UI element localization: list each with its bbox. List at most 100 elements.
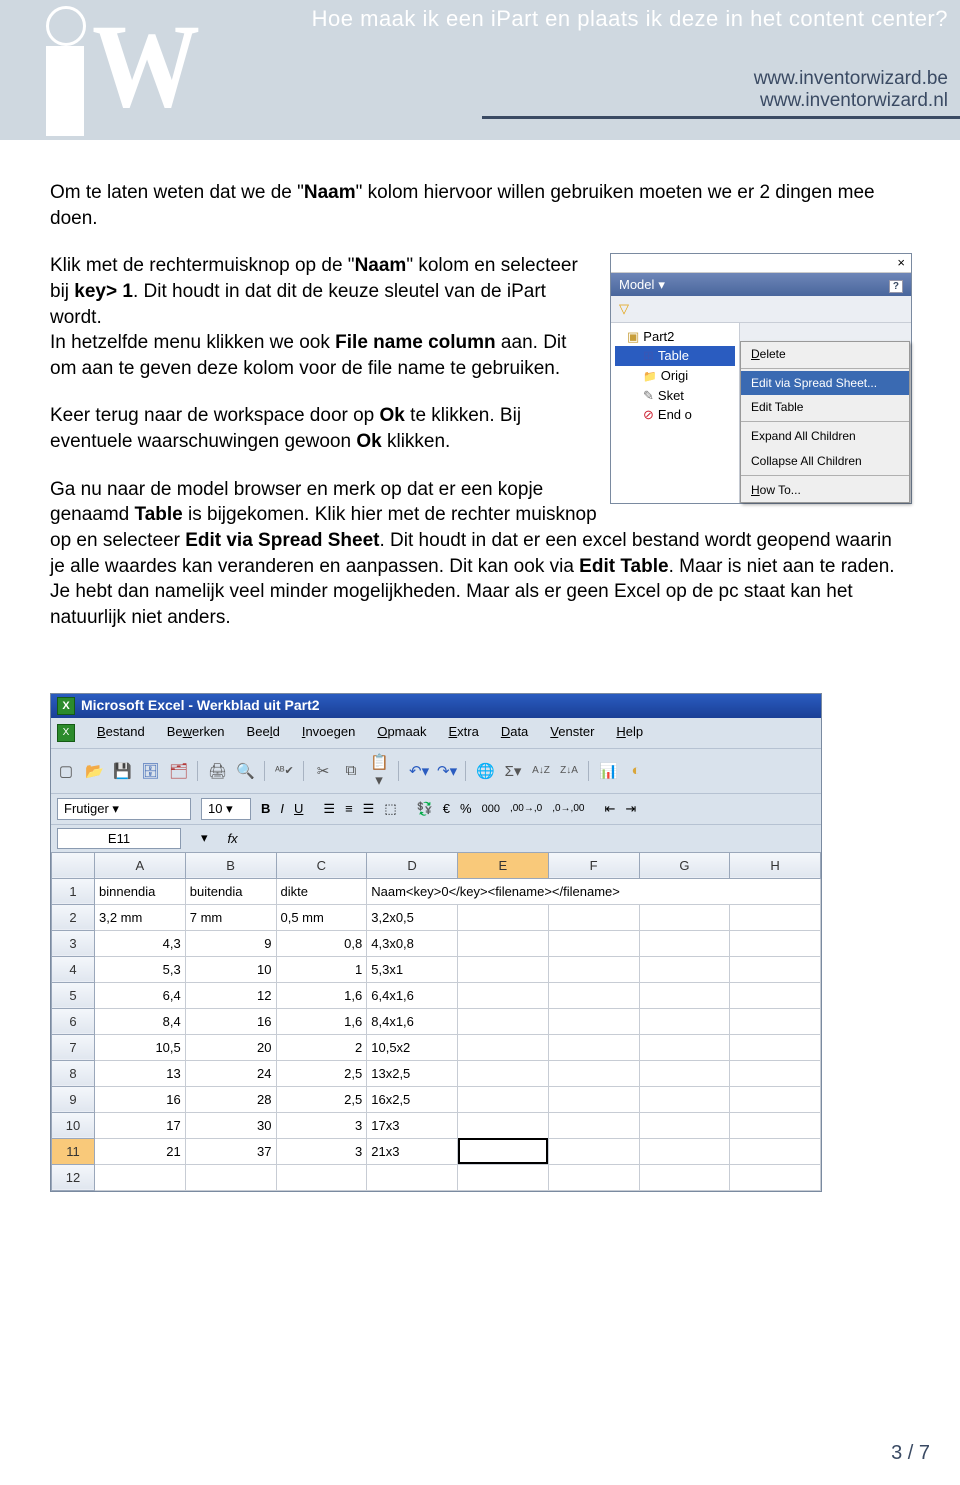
- cell[interactable]: 13: [95, 1060, 186, 1086]
- cell[interactable]: [458, 1112, 549, 1138]
- col-C[interactable]: C: [276, 852, 367, 878]
- cell[interactable]: [639, 1034, 730, 1060]
- row-8[interactable]: 8: [52, 1060, 95, 1086]
- cell[interactable]: 2,5: [276, 1060, 367, 1086]
- cell[interactable]: buitendia: [185, 878, 276, 904]
- indent-dec-icon[interactable]: ⇤: [604, 801, 615, 817]
- cell[interactable]: binnendia: [95, 878, 186, 904]
- cell[interactable]: [548, 1086, 639, 1112]
- cell[interactable]: 3,2x0,5: [367, 904, 458, 930]
- cell[interactable]: 3,2 mm: [95, 904, 186, 930]
- cell[interactable]: 30: [185, 1112, 276, 1138]
- tree-origin[interactable]: Origi: [661, 368, 688, 383]
- cell[interactable]: [730, 904, 821, 930]
- cell[interactable]: [458, 1164, 549, 1190]
- col-B[interactable]: B: [185, 852, 276, 878]
- new-icon[interactable]: ▢: [57, 762, 75, 780]
- cell[interactable]: [185, 1164, 276, 1190]
- cell[interactable]: 8,4x1,6: [367, 1008, 458, 1034]
- cell[interactable]: 0,5 mm: [276, 904, 367, 930]
- cell[interactable]: [458, 982, 549, 1008]
- row-3[interactable]: 3: [52, 930, 95, 956]
- cell[interactable]: 12: [185, 982, 276, 1008]
- sort-desc-icon[interactable]: Z↓A: [560, 765, 578, 776]
- permission-icon[interactable]: 🗂: [169, 762, 187, 780]
- cell[interactable]: 2,5: [276, 1086, 367, 1112]
- cell[interactable]: [730, 930, 821, 956]
- spell-icon[interactable]: ᴬᴮ✔: [275, 764, 293, 777]
- cell[interactable]: 10,5: [95, 1034, 186, 1060]
- cell[interactable]: [548, 1034, 639, 1060]
- tree-table[interactable]: Table: [658, 348, 689, 363]
- chart-icon[interactable]: 📊: [599, 762, 617, 780]
- copy-icon[interactable]: ⧉: [342, 762, 360, 779]
- cell[interactable]: 1,6: [276, 982, 367, 1008]
- menu-invoegen[interactable]: Invoegen: [302, 724, 356, 742]
- cell[interactable]: [548, 1112, 639, 1138]
- align-right-icon[interactable]: ☰: [363, 801, 375, 817]
- funnel-icon[interactable]: [619, 301, 629, 316]
- preview-icon[interactable]: 🔍: [236, 762, 254, 780]
- help-icon[interactable]: [889, 276, 903, 294]
- cell[interactable]: 16: [95, 1086, 186, 1112]
- menu-beeld[interactable]: Beeld: [247, 724, 280, 742]
- model-dropdown[interactable]: Model: [619, 277, 654, 292]
- cell[interactable]: [639, 956, 730, 982]
- font-size[interactable]: 10 ▾: [201, 798, 251, 820]
- drawing-icon[interactable]: ◐: [627, 762, 645, 779]
- cell[interactable]: [458, 930, 549, 956]
- col-D[interactable]: D: [367, 852, 458, 878]
- sort-asc-icon[interactable]: A↓Z: [532, 765, 550, 776]
- cell[interactable]: 10: [185, 956, 276, 982]
- cell[interactable]: [548, 1008, 639, 1034]
- redo-icon[interactable]: ↷▾: [437, 762, 455, 780]
- col-E[interactable]: E: [458, 852, 549, 878]
- col-F[interactable]: F: [548, 852, 639, 878]
- cell[interactable]: [548, 930, 639, 956]
- tree-part[interactable]: Part2: [643, 329, 674, 344]
- paste-icon[interactable]: 📋▾: [370, 753, 388, 789]
- row-9[interactable]: 9: [52, 1086, 95, 1112]
- cell[interactable]: 10,5x2: [367, 1034, 458, 1060]
- cell[interactable]: [639, 1086, 730, 1112]
- ctx-delete[interactable]: Delete: [741, 342, 909, 366]
- cell[interactable]: 28: [185, 1086, 276, 1112]
- cell[interactable]: [730, 956, 821, 982]
- cell[interactable]: 4,3: [95, 930, 186, 956]
- menu-data[interactable]: Data: [501, 724, 528, 742]
- row-12[interactable]: 12: [52, 1164, 95, 1190]
- dec-inc-icon[interactable]: ,0→,00: [552, 803, 584, 814]
- cell[interactable]: 0,8: [276, 930, 367, 956]
- cell[interactable]: [458, 956, 549, 982]
- tree-end[interactable]: End o: [658, 407, 692, 422]
- cell[interactable]: 7 mm: [185, 904, 276, 930]
- ctx-edit-table[interactable]: Edit Table: [741, 395, 909, 419]
- cell[interactable]: [730, 1060, 821, 1086]
- cell[interactable]: [639, 930, 730, 956]
- cell[interactable]: [548, 982, 639, 1008]
- cell[interactable]: [639, 1008, 730, 1034]
- cell[interactable]: [95, 1164, 186, 1190]
- merge-icon[interactable]: ⬚: [384, 801, 396, 817]
- italic-icon[interactable]: I: [280, 801, 284, 816]
- cell[interactable]: [548, 1164, 639, 1190]
- indent-inc-icon[interactable]: ⇥: [625, 801, 636, 817]
- row-10[interactable]: 10: [52, 1112, 95, 1138]
- cell[interactable]: [639, 1060, 730, 1086]
- cell[interactable]: 8,4: [95, 1008, 186, 1034]
- cell[interactable]: 2: [276, 1034, 367, 1060]
- spreadsheet-grid[interactable]: ABCDEFGH 1binnendiabuitendiadikteNaam<ke…: [51, 852, 821, 1191]
- row-5[interactable]: 5: [52, 982, 95, 1008]
- cell[interactable]: [458, 1008, 549, 1034]
- fx-icon[interactable]: fx: [228, 831, 238, 846]
- cell[interactable]: 6,4x1,6: [367, 982, 458, 1008]
- cell[interactable]: [730, 1138, 821, 1164]
- row-4[interactable]: 4: [52, 956, 95, 982]
- hyperlink-icon[interactable]: 🌐: [476, 762, 494, 780]
- menu-bewerken[interactable]: Bewerken: [167, 724, 225, 742]
- cell[interactable]: [730, 1086, 821, 1112]
- menu-venster[interactable]: Venster: [550, 724, 594, 742]
- row-6[interactable]: 6: [52, 1008, 95, 1034]
- ctx-howto[interactable]: How To...: [741, 478, 909, 502]
- percent-icon[interactable]: %: [460, 801, 472, 816]
